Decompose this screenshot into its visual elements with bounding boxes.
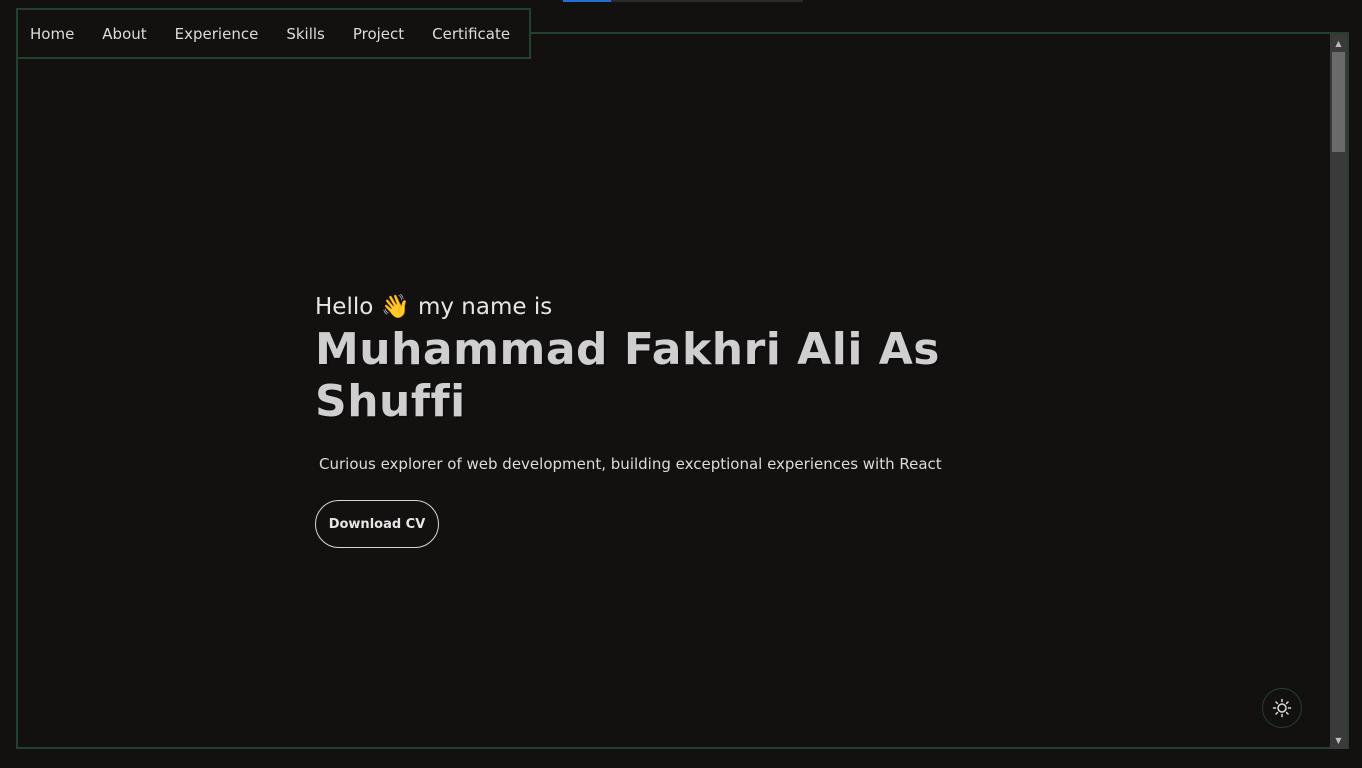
scroll-down-arrow-icon[interactable]: ▼: [1330, 733, 1347, 747]
nav-item-skills[interactable]: Skills: [286, 25, 325, 43]
hero-name: Muhammad Fakhri Ali As Shuffi: [315, 324, 940, 427]
top-progress-bar: [563, 0, 803, 2]
top-progress-fill: [563, 0, 611, 2]
waving-hand-icon: 👋: [381, 293, 410, 320]
scroll-up-arrow-icon[interactable]: ▲: [1330, 36, 1347, 50]
nav-item-project[interactable]: Project: [353, 25, 404, 43]
greeting-hello: Hello: [315, 294, 374, 320]
hero-greeting: Hello 👋 my name is: [315, 292, 1075, 322]
theme-toggle-button[interactable]: [1262, 688, 1302, 728]
nav-item-certificate[interactable]: Certificate: [432, 25, 510, 43]
hero-section: Hello 👋 my name is Muhammad Fakhri Ali A…: [315, 292, 1075, 548]
nav-item-home[interactable]: Home: [30, 25, 74, 43]
scrollbar-thumb[interactable]: [1332, 52, 1345, 152]
page-scrollbar[interactable]: ▲ ▼: [1330, 34, 1347, 749]
greeting-my-name-is: my name is: [417, 294, 553, 320]
main-navbar: Home About Experience Skills Project Cer…: [16, 8, 531, 59]
nav-item-experience[interactable]: Experience: [175, 25, 259, 43]
download-cv-button[interactable]: Download CV: [315, 500, 439, 548]
nav-item-about[interactable]: About: [102, 25, 146, 43]
hero-tagline: Curious explorer of web development, bui…: [319, 455, 942, 473]
sun-icon: [1272, 698, 1292, 718]
